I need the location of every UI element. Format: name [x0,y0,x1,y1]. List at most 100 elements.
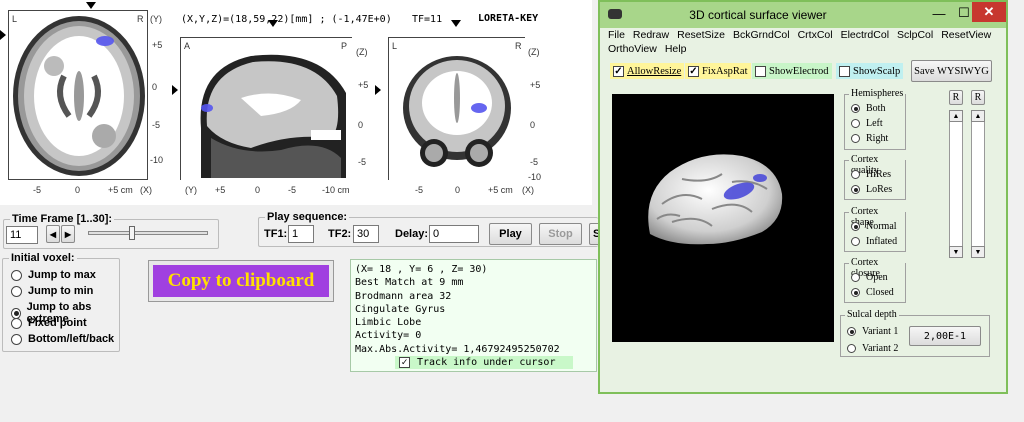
menu-file[interactable]: File [608,28,625,42]
radio-label: HiRes [866,169,891,180]
sulcal-depth-group: Sulcal depth Variant 1 Variant 2 2,00E-1 [840,309,990,357]
scroll-down-icon[interactable]: ▼ [949,246,963,258]
copy-to-clipboard-button[interactable]: Copy to clipboard [148,260,334,302]
closure-closed-radio[interactable]: Closed [851,287,894,298]
tf2-input[interactable]: 30 [353,225,379,243]
mri-panel: (X,Y,Z)=(18,59,22)[mm] ; (-1,47E+0) TF=1… [0,0,592,205]
left-marker-icon [0,30,6,40]
hemisphere-right-radio[interactable]: Right [851,133,888,144]
hemisphere-left-radio[interactable]: Left [851,118,883,129]
show-scalp-checkbox[interactable]: ShowScalp [836,63,904,79]
viewer-titlebar[interactable]: 3D cortical surface viewer — ☐ ✕ [600,2,1006,28]
radio-indicator-icon [11,333,22,345]
cortex-quality-group: Cortex quality HiRes LoRes [844,154,906,200]
rotate-r-button-2[interactable]: R [971,90,985,105]
scroll-down-icon[interactable]: ▼ [971,246,985,258]
axial-ytick: +5 [152,40,163,50]
radio-label: Closed [866,287,894,298]
rotate-r-button-1[interactable]: R [949,90,963,105]
jump-to-min-radio[interactable]: Jump to min [11,285,93,297]
coronal-xtick: -5 [415,185,424,195]
closure-open-radio[interactable]: Open [851,272,888,283]
radio-indicator-icon [851,222,860,231]
sulcal-variant1-radio[interactable]: Variant 1 [847,326,898,337]
radio-label: Inflated [866,236,898,247]
menu-sclpcol[interactable]: SclpCol [897,28,933,42]
menu-help[interactable]: Help [665,42,687,56]
time-frame-slider-thumb[interactable] [128,226,135,240]
radio-label: Jump to max [28,269,96,281]
quality-hires-radio[interactable]: HiRes [851,169,891,180]
time-frame-input[interactable]: 11 [6,226,38,244]
checkbox-check-icon: ✓ [688,65,699,77]
axial-left-label: L [12,14,18,24]
cortical-viewer-window: 3D cortical surface viewer — ☐ ✕ File Red… [598,0,1008,394]
coronal-z-axis-label: (Z) [528,47,540,57]
initial-voxel-group: Initial voxel: Jump to max Jump to min J… [2,252,120,352]
allow-resize-checkbox[interactable]: ✓ AllowResize [610,63,685,79]
cortex-render-canvas[interactable] [612,94,834,342]
menu-orthoview[interactable]: OrthoView [608,42,657,56]
delay-input[interactable]: 0 [429,225,479,243]
checkbox-check-icon: ✓ [613,65,624,77]
viewer-menubar: File Redraw ResetSize BckGrndCol CrtxCol Elec… [608,28,1004,56]
play-button[interactable]: Play [489,223,532,245]
close-icon[interactable]: ✕ [972,2,1006,22]
menu-resetsize[interactable]: ResetSize [677,28,725,42]
save-wysiwyg-button[interactable]: Save WYSIWYG [911,60,992,82]
quality-lores-radio[interactable]: LoRes [851,184,892,195]
sulcal-variant2-radio[interactable]: Variant 2 [847,343,898,354]
checkbox-empty-icon [839,65,850,77]
rotation-scrollbar-2[interactable]: ▲ ▼ [971,110,985,258]
fix-aspect-ratio-checkbox[interactable]: ✓ FixAspRat [685,63,751,79]
cortex-3d-image [648,154,783,245]
voxel-info-panel: (X= 18 , Y= 6 , Z= 30) Best Match at 9 m… [350,259,597,372]
initial-voxel-label: Initial voxel: [9,252,77,264]
info-line: Cingulate Gyrus [355,303,446,315]
stop-button[interactable]: Stop [539,223,582,245]
scroll-up-icon[interactable]: ▲ [971,110,985,122]
hemisphere-both-radio[interactable]: Both [851,103,885,114]
fixed-point-radio[interactable]: Fixed point [11,317,87,329]
bottom-left-back-radio[interactable]: Bottom/left/back [11,333,114,345]
sagittal-xtick: -5 [288,185,297,195]
info-line: Best Match at 9 mm [355,277,464,289]
menu-resetview[interactable]: ResetView [941,28,991,42]
coordinate-readout: (X,Y,Z)=(18,59,22)[mm] ; (-1,47E+0) [181,14,392,25]
sagittal-ytick: +5 [358,80,369,90]
show-electrodes-checkbox[interactable]: ShowElectrod [752,63,832,79]
axial-view[interactable]: L R [8,10,148,180]
coronal-left-label: L [392,41,398,51]
coronal-view[interactable]: L R [388,37,526,181]
axial-ytick: 0 [152,82,158,92]
jump-to-max-radio[interactable]: Jump to max [11,269,96,281]
menu-crtxcol[interactable]: CrtxCol [798,28,833,42]
cortex-shape-group: Cortex shape Normal Inflated [844,206,906,252]
sulcal-depth-value-button[interactable]: 2,00E-1 [909,326,981,346]
radio-label: Left [866,118,883,129]
sagittal-view[interactable]: A P [180,37,353,181]
radio-label: Bottom/left/back [28,333,115,345]
sagittal-z-axis-label: (Z) [356,47,368,57]
tf1-input[interactable]: 1 [288,225,314,243]
menu-bckgrndcol[interactable]: BckGrndCol [733,28,790,42]
track-info-checkbox[interactable]: ✓ Track info under cursor [395,356,573,369]
play-sequence-label: Play sequence: [265,211,350,223]
time-frame-slider[interactable] [88,226,208,240]
info-line: Limbic Lobe [355,317,422,329]
checkbox-label: FixAspRat [702,65,748,77]
cortex-closure-group: Cortex closure Open Closed [844,257,906,303]
scroll-up-icon[interactable]: ▲ [949,110,963,122]
time-frame-prev-button[interactable]: ◀ [46,225,60,243]
menu-redraw[interactable]: Redraw [633,28,669,42]
shape-normal-radio[interactable]: Normal [851,221,897,232]
rotation-scrollbar-1[interactable]: ▲ ▼ [949,110,963,258]
menu-electrdcol[interactable]: ElectrdCol [841,28,889,42]
coronal-ytick: -10 [528,172,542,182]
time-frame-next-button[interactable]: ▶ [61,225,75,243]
time-frame-readout: TF=11 [412,14,443,25]
minimize-icon[interactable]: — [925,2,953,24]
axial-right-label: R [137,14,144,24]
shape-inflated-radio[interactable]: Inflated [851,236,897,247]
radio-indicator-icon [847,344,856,353]
